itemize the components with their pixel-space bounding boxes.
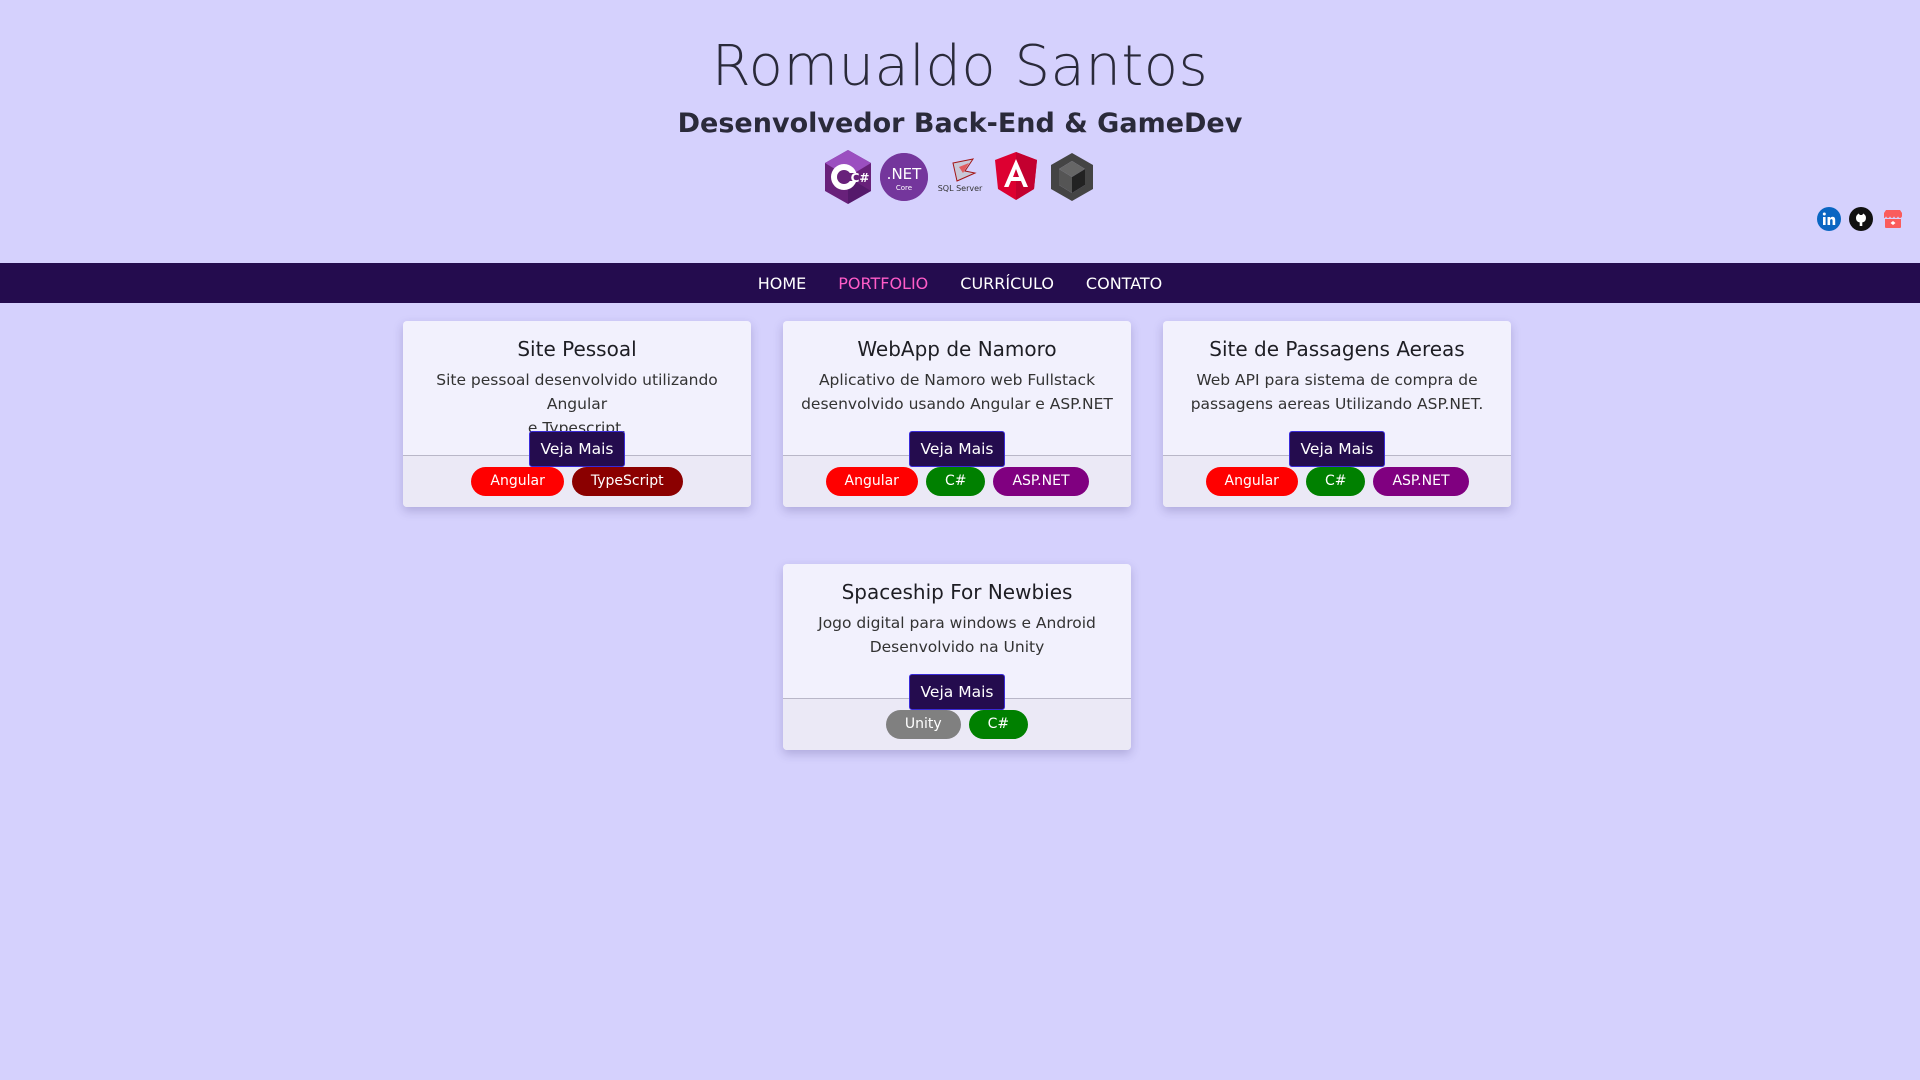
veja-mais-button[interactable]: Veja Mais (528, 431, 626, 467)
sql-server-icon: SQL Server (935, 149, 985, 205)
card-desc-line: Web API para sistema de compra de (1196, 371, 1478, 389)
tech-icons-row: C# .NET Core SQL Server (0, 149, 1920, 205)
card-title: WebApp de Namoro (857, 337, 1057, 361)
card-description: Jogo digital para windows e Android Dese… (797, 611, 1117, 659)
card-desc-line: Desenvolvido na Unity (869, 638, 1045, 656)
nav-curriculo[interactable]: CURRÍCULO (960, 274, 1054, 293)
csharp-icon: C# (823, 149, 873, 205)
card-description: Web API para sistema de compra de passag… (1177, 368, 1497, 416)
project-card-spaceship: Spaceship For Newbies Jogo digital para … (783, 564, 1131, 750)
card-desc-line: Jogo digital para windows e Android (818, 614, 1096, 632)
svg-text:SQL Server: SQL Server (938, 184, 983, 193)
card-desc-line: Site pessoal desenvolvido utilizando Ang… (436, 371, 718, 413)
tag-badge-csharp[interactable]: C# (968, 710, 1029, 739)
social-links (1816, 206, 1906, 232)
card-desc-line: desenvolvido usando Angular e ASP.NET (801, 395, 1113, 413)
project-card-passagens-aereas: Site de Passagens Aereas Web API para si… (1163, 321, 1511, 507)
card-description: Aplicativo de Namoro web Fullstack desen… (797, 368, 1117, 416)
tag-badge-csharp[interactable]: C# (1305, 467, 1366, 496)
card-title: Spaceship For Newbies (841, 580, 1073, 604)
project-card-site-pessoal: Site Pessoal Site pessoal desenvolvido u… (403, 321, 751, 507)
nav-home[interactable]: HOME (758, 274, 807, 293)
tag-badge-angular[interactable]: Angular (1205, 467, 1298, 496)
tag-badge-angular[interactable]: Angular (825, 467, 918, 496)
unity-icon (1047, 149, 1097, 205)
project-card-webapp-namoro: WebApp de Namoro Aplicativo de Namoro we… (783, 321, 1131, 507)
nav-portfolio[interactable]: PORTFOLIO (838, 274, 928, 293)
page-subtitle: Desenvolvedor Back-End & GameDev (677, 108, 1243, 139)
linkedin-icon[interactable] (1816, 206, 1842, 232)
nav-contato[interactable]: CONTATO (1086, 274, 1162, 293)
tag-badge-aspnet[interactable]: ASP.NET (993, 467, 1089, 496)
dotnet-core-icon: .NET Core (879, 149, 929, 205)
page-title: Romualdo Santos (711, 34, 1209, 99)
tag-badge-aspnet[interactable]: ASP.NET (1373, 467, 1469, 496)
main-navbar: HOME PORTFOLIO CURRÍCULO CONTATO (0, 263, 1920, 303)
tag-badge-unity[interactable]: Unity (885, 710, 961, 739)
card-desc-line: passagens aereas Utilizando ASP.NET. (1190, 395, 1484, 413)
svg-text:Core: Core (896, 184, 912, 192)
svg-text:C#: C# (851, 171, 870, 185)
tag-badge-csharp[interactable]: C# (925, 467, 986, 496)
veja-mais-button[interactable]: Veja Mais (908, 674, 1006, 710)
tag-badge-angular[interactable]: Angular (471, 467, 564, 496)
card-title: Site Pessoal (517, 337, 637, 361)
itchio-icon[interactable] (1880, 206, 1906, 232)
card-desc-line: Aplicativo de Namoro web Fullstack (818, 371, 1096, 389)
tag-badge-typescript[interactable]: TypeScript (571, 467, 683, 496)
svg-text:.NET: .NET (887, 165, 922, 183)
veja-mais-button[interactable]: Veja Mais (908, 431, 1006, 467)
github-icon[interactable] (1848, 206, 1874, 232)
angular-icon (991, 149, 1041, 205)
veja-mais-button[interactable]: Veja Mais (1288, 431, 1386, 467)
page-header: Romualdo Santos Desenvolvedor Back-End &… (0, 0, 1920, 263)
card-title: Site de Passagens Aereas (1209, 337, 1465, 361)
card-description: Site pessoal desenvolvido utilizando Ang… (417, 368, 737, 437)
